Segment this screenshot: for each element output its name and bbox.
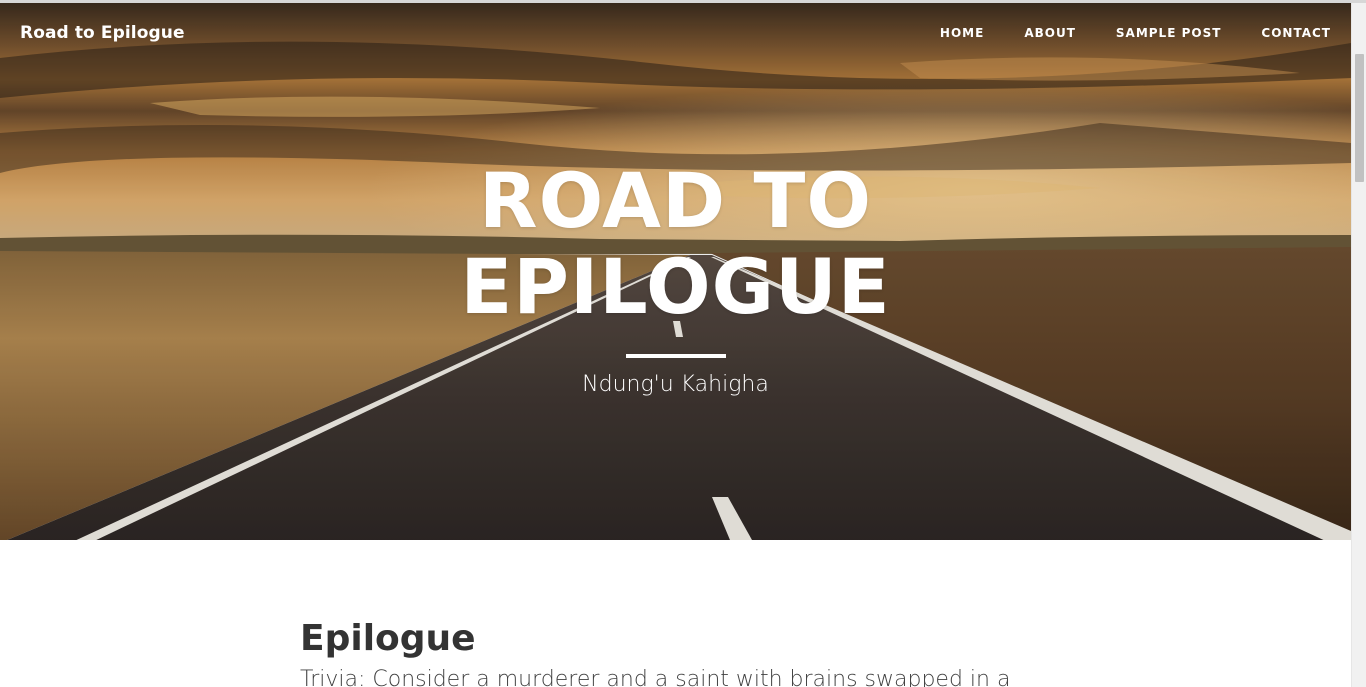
hero-divider	[625, 354, 726, 358]
hero-subtitle: Ndung'u Kahigha	[582, 372, 769, 397]
post-title[interactable]: Epilogue	[300, 617, 1060, 661]
nav-sample-post-link[interactable]: SAMPLE POST	[1116, 26, 1222, 40]
hero-header: Road to Epilogue HOME ABOUT SAMPLE POST …	[0, 3, 1351, 540]
navbar: Road to Epilogue HOME ABOUT SAMPLE POST …	[0, 3, 1351, 65]
nav-contact-link[interactable]: CONTACT	[1261, 26, 1331, 40]
nav-home-link[interactable]: HOME	[940, 26, 984, 40]
vertical-scrollbar[interactable]	[1351, 3, 1366, 687]
page: Road to Epilogue HOME ABOUT SAMPLE POST …	[0, 3, 1351, 687]
scrollbar-thumb[interactable]	[1355, 54, 1364, 182]
post-preview: Epilogue Trivia: Consider a murderer and…	[300, 617, 1060, 687]
nav-about-link[interactable]: ABOUT	[1024, 26, 1076, 40]
post-excerpt: Trivia: Consider a murderer and a saint …	[300, 667, 1011, 687]
browser-viewport: Road to Epilogue HOME ABOUT SAMPLE POST …	[0, 0, 1366, 687]
hero-title: ROAD TO EPILOGUE	[460, 156, 891, 331]
brand-link[interactable]: Road to Epilogue	[20, 23, 185, 43]
nav-links: HOME ABOUT SAMPLE POST CONTACT	[940, 26, 1331, 40]
hero-heading: ROAD TO EPILOGUE Ndung'u Kahigha	[0, 156, 1351, 398]
